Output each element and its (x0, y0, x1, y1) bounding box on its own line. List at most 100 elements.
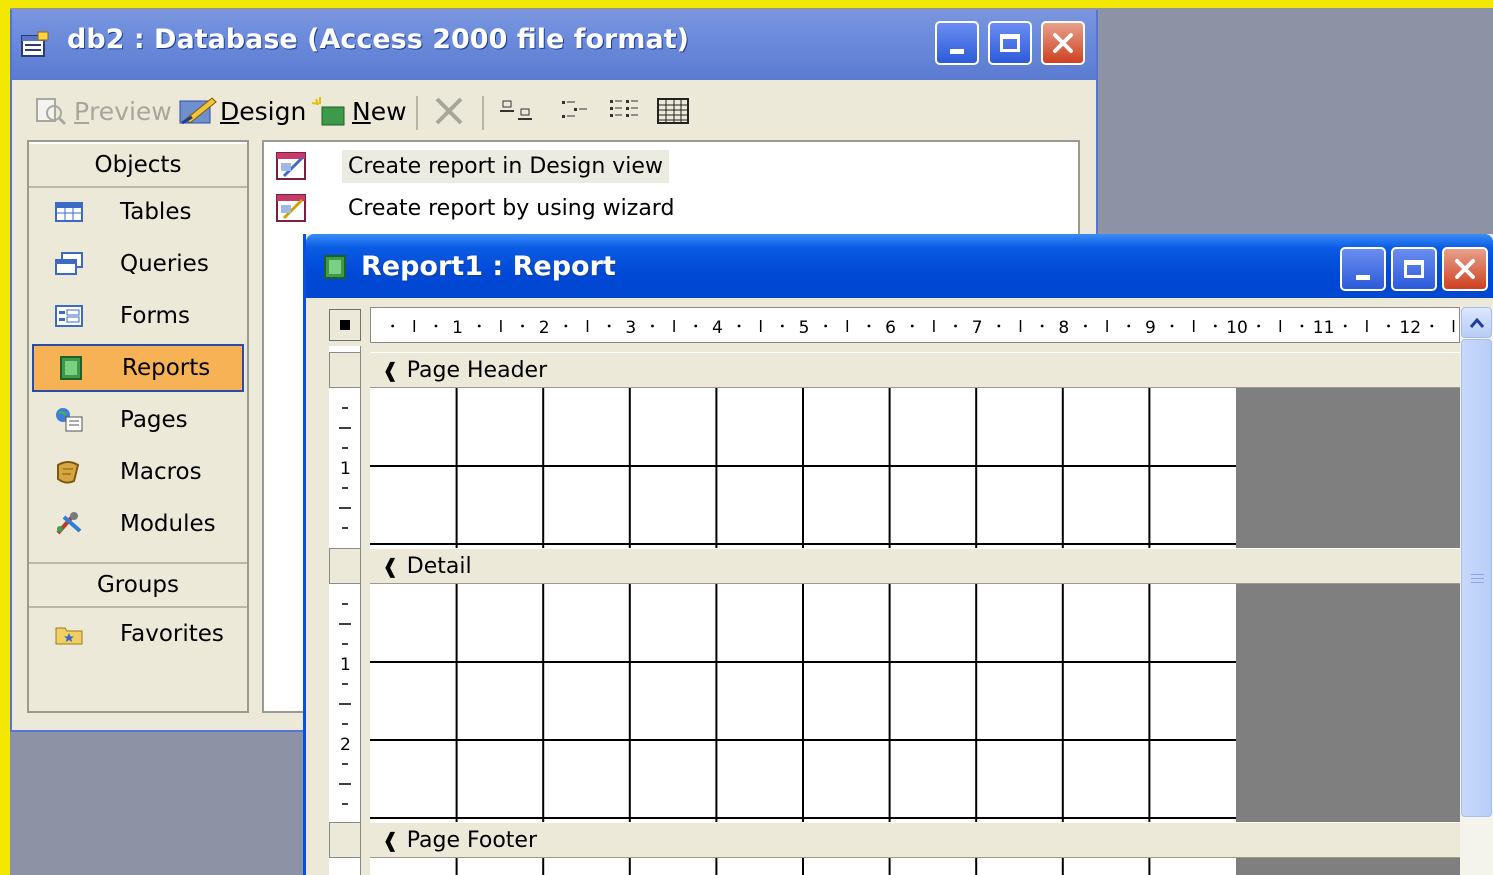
detail-section[interactable] (370, 584, 1460, 822)
maximize-icon (1404, 260, 1424, 278)
page-header-section-bar[interactable]: ❰ Page Header (370, 352, 1460, 388)
toolbar-separator (416, 96, 418, 130)
report-close-button[interactable] (1442, 247, 1488, 291)
ruler-number: 5 (799, 318, 810, 338)
ruler-dot-mark (1300, 324, 1304, 328)
groups-header[interactable]: Groups (29, 562, 247, 608)
preview-icon (36, 98, 67, 126)
ruler-dot-mark (1084, 324, 1087, 328)
ruler-dot-mark (391, 324, 395, 328)
objects-bar: Objects Tables Queries Forms Reports Pag… (27, 140, 249, 713)
page-icon (56, 408, 83, 432)
scroll-up-button[interactable] (1461, 307, 1492, 338)
detail-section-bar[interactable]: ❰ Detail (370, 548, 1460, 584)
design-grid (370, 388, 1236, 548)
report-title-bar[interactable]: Report1 : Report (306, 234, 1493, 298)
report-icon (60, 356, 82, 380)
ruler-number: 1 (340, 459, 351, 479)
close-icon (1053, 33, 1073, 53)
page-header-selector[interactable] (329, 352, 361, 388)
report-icon (324, 255, 346, 279)
maximize-icon (1000, 34, 1020, 52)
page-footer-section-bar[interactable]: ❰ Page Footer (370, 822, 1460, 858)
ruler-dot-mark (824, 324, 828, 328)
details-view-icon (657, 98, 689, 124)
ruler-dot-mark (1170, 324, 1174, 328)
design-grid (455, 858, 1151, 875)
objects-item-macros[interactable]: Macros (32, 448, 244, 496)
scroll-grip (1471, 578, 1484, 579)
form-icon (55, 305, 83, 327)
ruler-number: 6 (885, 318, 896, 338)
favorites-folder-icon (55, 627, 83, 645)
scroll-grip (1471, 582, 1484, 583)
list-item-create-report-design[interactable]: Create report in Design view (274, 146, 669, 186)
small-icons-view-icon (562, 101, 587, 118)
new-button[interactable]: New (310, 94, 407, 128)
details-view-button[interactable] (654, 94, 694, 128)
large-icons-button[interactable] (497, 94, 537, 128)
toolbar-separator (482, 96, 484, 130)
objects-item-tables[interactable]: Tables (32, 188, 244, 236)
preview-button[interactable]: Preview (34, 94, 172, 128)
report-design-icon (276, 152, 306, 180)
ruler-dot-mark (997, 324, 1001, 328)
section-arrow-icon: ❰ (382, 358, 399, 382)
page-header-section[interactable] (370, 388, 1460, 548)
page-footer-selector[interactable] (329, 822, 361, 858)
section-arrow-icon: ❰ (382, 554, 399, 578)
vertical-ruler[interactable]: 1 1 2 (329, 346, 361, 875)
report-selector[interactable] (329, 309, 361, 341)
objects-header[interactable]: Objects (29, 142, 247, 188)
macro-icon (57, 461, 80, 484)
objects-item-queries[interactable]: Queries (32, 240, 244, 288)
ruler-number: 1 (340, 655, 351, 675)
database-title: db2 : Database (Access 2000 file format) (67, 24, 689, 55)
minimize-button[interactable] (935, 21, 979, 65)
horizontal-ruler-scale: 1 2 3 4 5 6 7 8 9 10 11 12 (391, 318, 1455, 338)
design-icon (179, 97, 217, 125)
ruler-dot-mark (1430, 324, 1434, 328)
ruler-number: 12 (1399, 318, 1421, 338)
objects-item-pages[interactable]: Pages (32, 396, 244, 444)
module-icon (56, 512, 82, 535)
ruler-dot-mark (1257, 324, 1261, 328)
page-footer-section[interactable] (370, 858, 1460, 875)
list-item-create-report-wizard[interactable]: Create report by using wizard (274, 188, 680, 228)
ruler-dot-mark (694, 324, 698, 328)
vertical-scrollbar[interactable] (1460, 307, 1493, 875)
ruler-number: 2 (539, 318, 550, 338)
close-button[interactable] (1041, 21, 1085, 65)
vertical-ruler-scale: 1 1 2 (339, 407, 351, 805)
section-arrow-icon: ❰ (382, 828, 399, 852)
table-icon (55, 202, 83, 222)
list-view-button[interactable] (606, 94, 646, 128)
groups-item-favorites[interactable]: Favorites (32, 610, 244, 658)
delete-button[interactable] (432, 94, 466, 128)
horizontal-ruler[interactable]: 1 2 3 4 5 6 7 8 9 10 11 12 (370, 307, 1460, 343)
close-icon (1455, 259, 1475, 279)
maximize-button[interactable] (988, 21, 1032, 65)
design-button[interactable]: Design (178, 94, 306, 128)
ruler-dot-mark (1343, 324, 1347, 328)
ruler-number: 11 (1313, 318, 1335, 338)
report-maximize-button[interactable] (1391, 247, 1437, 291)
ruler-number: 7 (972, 318, 983, 338)
scroll-thumb[interactable] (1461, 339, 1492, 817)
report-title: Report1 : Report (361, 251, 616, 282)
detail-selector[interactable] (329, 548, 361, 584)
report-wizard-icon (276, 194, 306, 222)
ruler-number: 8 (1058, 318, 1069, 338)
small-icons-button[interactable] (558, 94, 598, 128)
ruler-dot-mark (651, 324, 654, 328)
database-title-bar[interactable]: db2 : Database (Access 2000 file format) (12, 10, 1096, 80)
objects-item-forms[interactable]: Forms (32, 292, 244, 340)
ruler-dot-mark (521, 324, 524, 328)
ruler-dot-mark (1213, 324, 1217, 328)
new-object-icon (311, 97, 345, 126)
objects-item-modules[interactable]: Modules (32, 500, 244, 548)
scroll-grip (1471, 574, 1484, 575)
objects-item-reports[interactable]: Reports (32, 344, 244, 392)
report-minimize-button[interactable] (1340, 247, 1386, 291)
report-design-window: Report1 : Report 1 2 3 4 5 6 7 8 9 10 11 12 112 ❰ P… (303, 234, 1493, 875)
